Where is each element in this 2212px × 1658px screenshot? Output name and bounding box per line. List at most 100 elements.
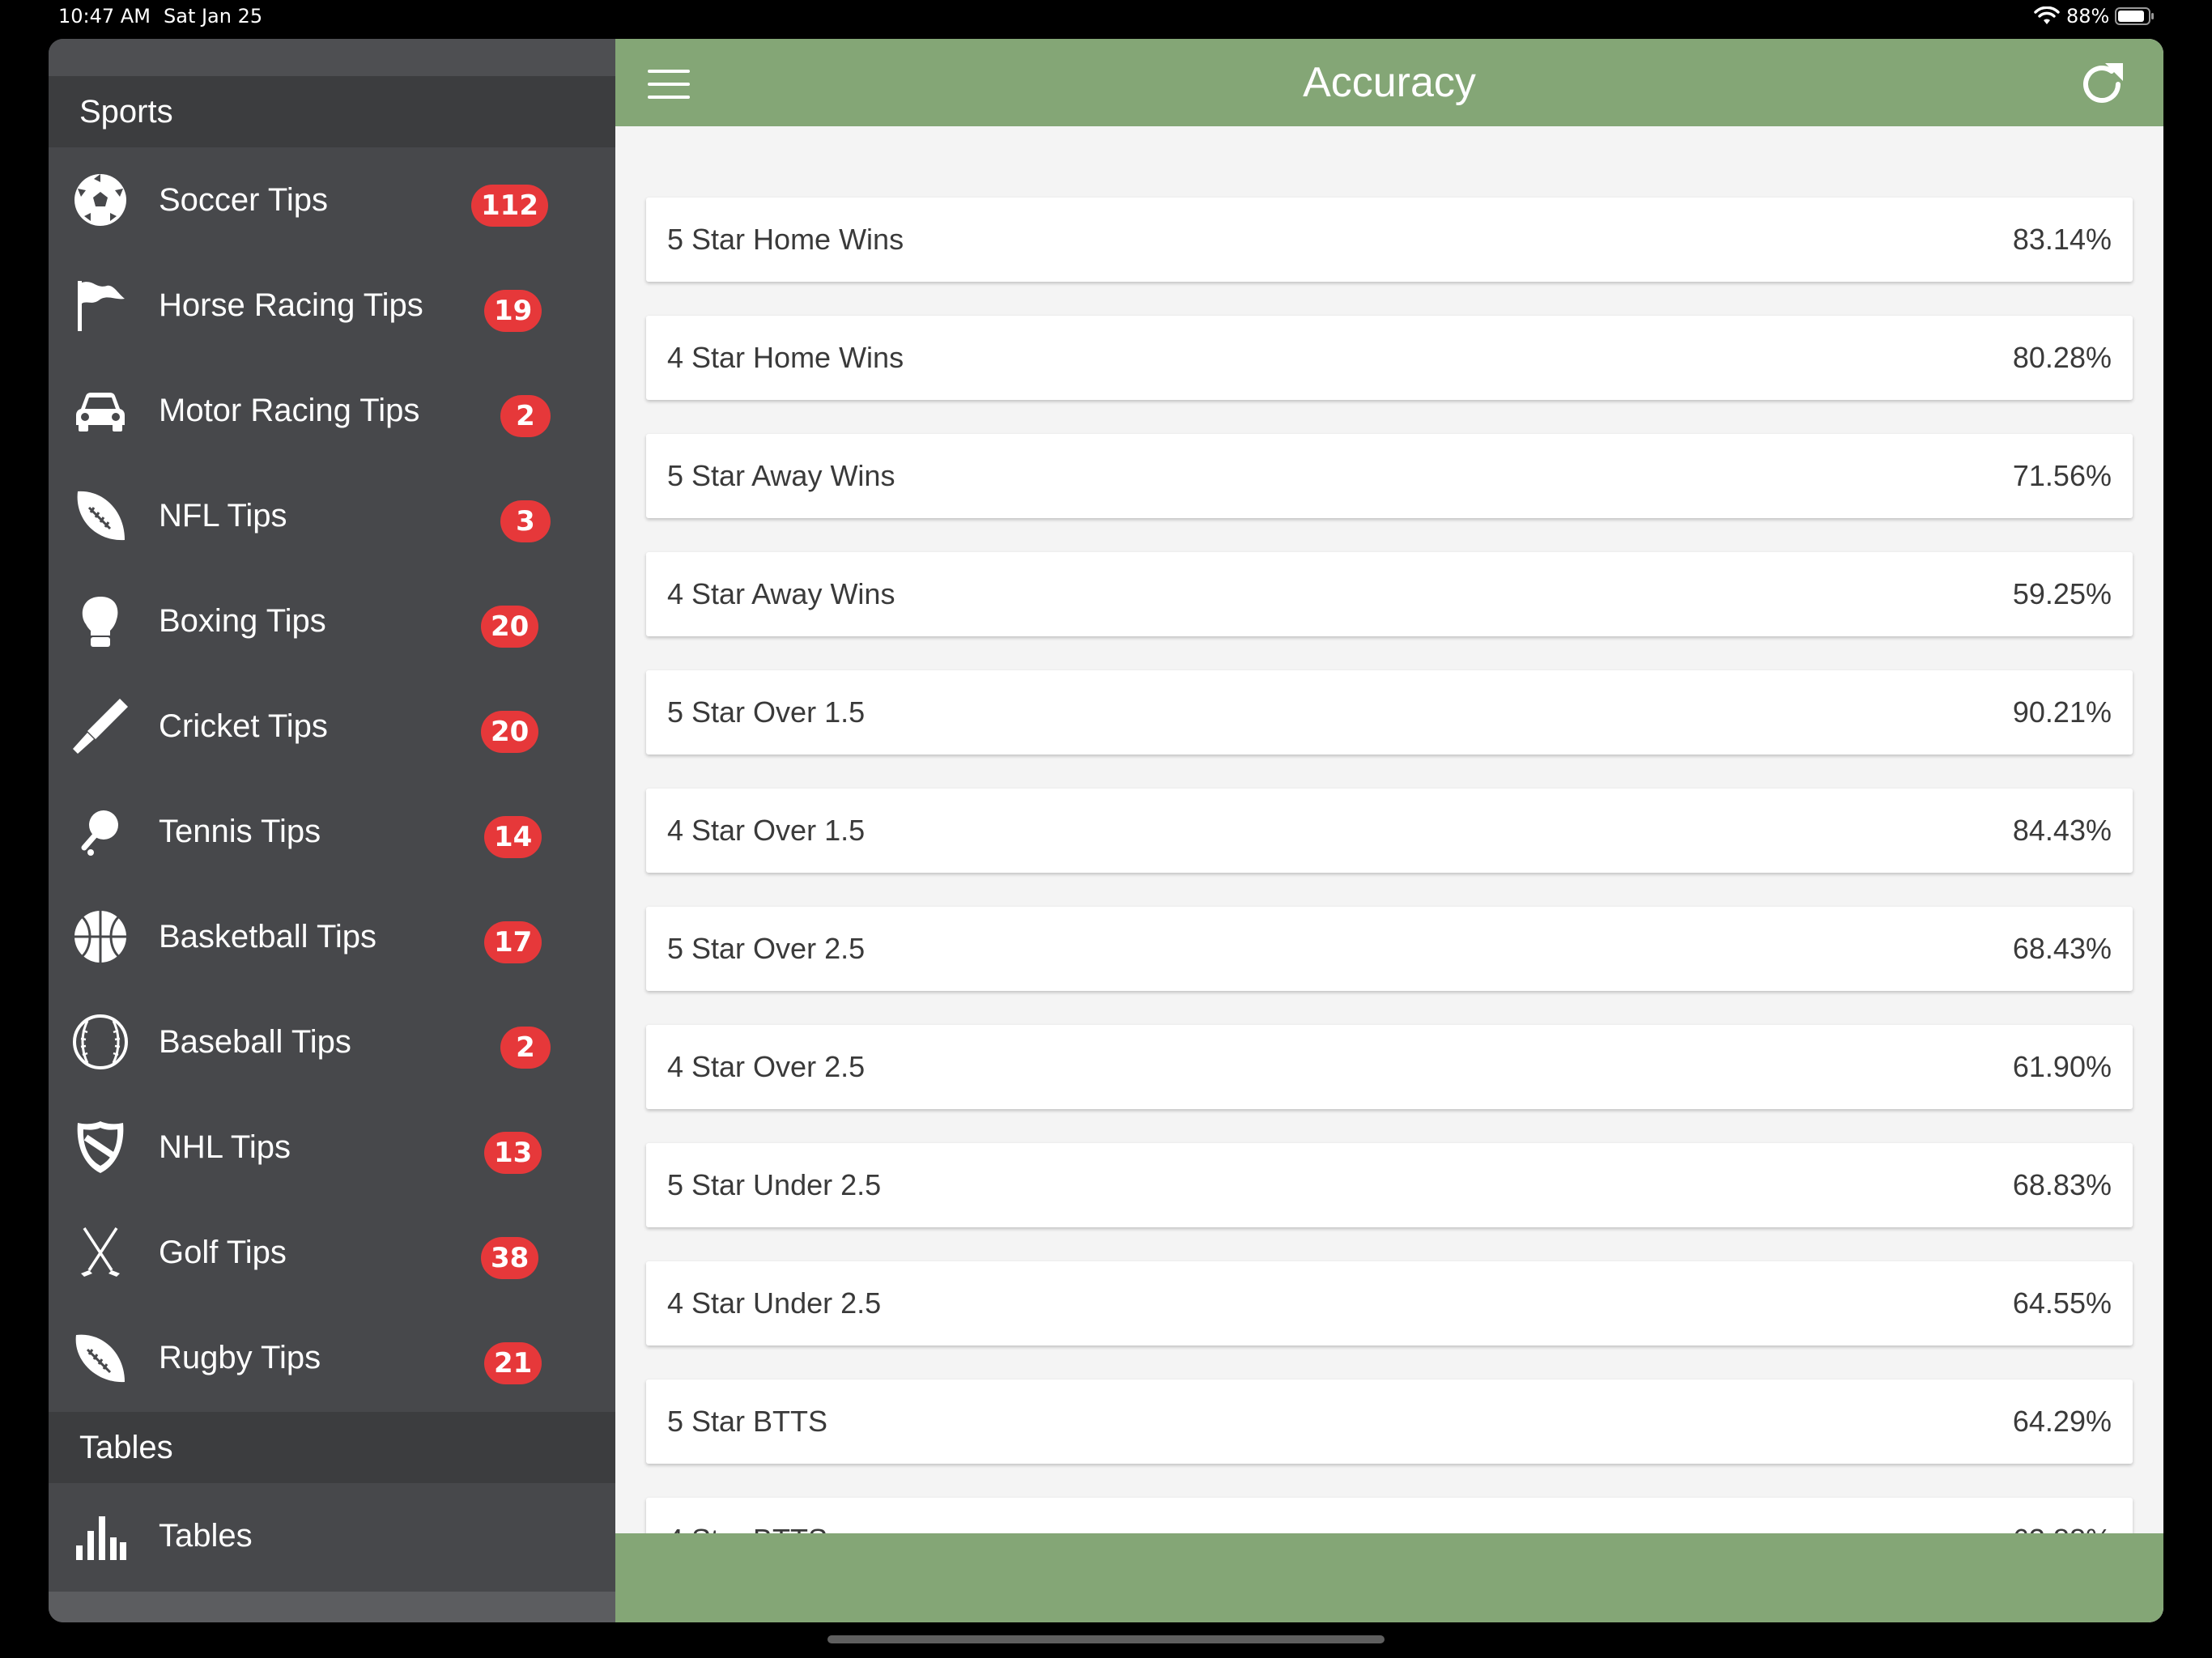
- sidebar-item-horse-racing[interactable]: Horse Racing Tips 19: [49, 253, 615, 358]
- sidebar: Sports Soccer Tips 112 Horse Racing Tips…: [49, 39, 615, 1622]
- sidebar-item-soccer[interactable]: Soccer Tips 112: [49, 147, 615, 253]
- sidebar-item-label: Motor Racing Tips: [159, 393, 420, 428]
- sidebar-item-boxing[interactable]: Boxing Tips 20: [49, 568, 615, 674]
- sidebar-item-partial[interactable]: [49, 1592, 615, 1622]
- item-label: 4 Star Home Wins: [667, 341, 904, 374]
- sports-heading: Sports: [79, 94, 173, 130]
- golf-clubs-icon: [81, 1227, 120, 1277]
- battery-icon: [2115, 7, 2154, 25]
- sidebar-item-nfl[interactable]: NFL Tips 3: [49, 463, 615, 568]
- sidebar-top-spacer: [49, 39, 615, 76]
- item-label: 5 Star Over 1.5: [667, 695, 866, 729]
- tables-heading: Tables: [79, 1430, 173, 1465]
- sidebar-item-label: Golf Tips: [159, 1235, 287, 1270]
- count-badge: 13: [484, 1132, 542, 1174]
- car-icon: [76, 393, 125, 432]
- count-badge: 21: [484, 1342, 542, 1384]
- item-value: 84.43%: [2012, 814, 2112, 847]
- status-bar: 10:47 AM Sat Jan 25 88%: [0, 0, 2212, 36]
- item-value: 68.43%: [2012, 932, 2112, 965]
- item-label: 4 Star Over 1.5: [667, 814, 866, 847]
- sidebar-item-label: Basketball Tips: [159, 919, 377, 954]
- sidebar-item-label: Tennis Tips: [159, 814, 321, 849]
- sidebar-item-rugby[interactable]: Rugby Tips 21: [49, 1305, 615, 1410]
- sidebar-item-label: Baseball Tips: [159, 1024, 351, 1060]
- sidebar-item-label: Rugby Tips: [159, 1340, 321, 1375]
- item-label: 5 Star Over 2.5: [667, 932, 866, 965]
- sidebar-item-golf[interactable]: Golf Tips 38: [49, 1200, 615, 1305]
- list-item[interactable]: 5 Star Over 1.5 90.21%: [646, 670, 2133, 755]
- status-date: Sat Jan 25: [164, 5, 263, 28]
- list-item[interactable]: 5 Star Over 2.5 68.43%: [646, 907, 2133, 991]
- rugby-ball-icon: [75, 1334, 125, 1383]
- item-label: 5 Star BTTS: [667, 1405, 828, 1438]
- sidebar-item-motor-racing[interactable]: Motor Racing Tips 2: [49, 358, 615, 463]
- count-badge: 17: [484, 921, 542, 963]
- main-panel: Accuracy 5 Star Home Wins 83.14% 4 Star …: [615, 39, 2163, 1622]
- list-item[interactable]: 4 Star Home Wins 80.28%: [646, 316, 2133, 400]
- item-value: 80.28%: [2012, 341, 2112, 374]
- sidebar-item-baseball[interactable]: Baseball Tips 2: [49, 989, 615, 1095]
- item-label: 5 Star Away Wins: [667, 459, 895, 492]
- count-badge: 20: [481, 711, 539, 753]
- sports-section-header: Sports: [49, 76, 615, 147]
- list-item[interactable]: 5 Star Home Wins 83.14%: [646, 198, 2133, 282]
- count-badge: 20: [481, 606, 539, 648]
- sidebar-item-label: Tables: [159, 1518, 253, 1554]
- sidebar-item-label: Horse Racing Tips: [159, 287, 423, 323]
- count-badge: 2: [500, 395, 551, 437]
- home-indicator[interactable]: [827, 1635, 1385, 1643]
- page-title: Accuracy: [1303, 59, 1476, 106]
- sidebar-item-label: Soccer Tips: [159, 182, 328, 218]
- bar-chart-icon: [76, 1516, 126, 1560]
- item-value: 64.29%: [2012, 1405, 2112, 1438]
- list-item[interactable]: 4 Star Over 1.5 84.43%: [646, 789, 2133, 873]
- item-label: 5 Star Under 2.5: [667, 1168, 882, 1201]
- sidebar-item-cricket[interactable]: Cricket Tips 20: [49, 674, 615, 779]
- count-badge: 3: [500, 500, 551, 542]
- boxing-glove-icon: [82, 597, 118, 647]
- item-value: 71.56%: [2012, 459, 2112, 492]
- table-tennis-icon: [81, 810, 118, 856]
- basketball-icon: [74, 911, 126, 963]
- refresh-icon[interactable]: [2078, 60, 2126, 108]
- sidebar-item-basketball[interactable]: Basketball Tips 17: [49, 884, 615, 989]
- header-bar: Accuracy: [615, 39, 2163, 126]
- count-badge: 112: [471, 185, 548, 227]
- list-item[interactable]: 4 Star Over 2.5 61.90%: [646, 1025, 2133, 1109]
- football-icon: [77, 491, 125, 541]
- item-value: 64.55%: [2012, 1286, 2112, 1320]
- count-badge: 2: [500, 1027, 551, 1069]
- item-label: 4 Star Under 2.5: [667, 1286, 882, 1320]
- list-item[interactable]: 5 Star Away Wins 71.56%: [646, 434, 2133, 518]
- sidebar-item-label: Cricket Tips: [159, 708, 328, 744]
- sidebar-item-tennis[interactable]: Tennis Tips 14: [49, 779, 615, 884]
- status-time: 10:47 AM: [58, 5, 151, 28]
- baseball-icon: [73, 1014, 128, 1069]
- item-value: 61.90%: [2012, 1050, 2112, 1083]
- item-value: 83.14%: [2012, 223, 2112, 256]
- list-item[interactable]: 5 Star Under 2.5 68.83%: [646, 1143, 2133, 1227]
- list-item[interactable]: 4 Star Under 2.5 64.55%: [646, 1261, 2133, 1346]
- item-label: 4 Star Over 2.5: [667, 1050, 866, 1083]
- item-value: 59.25%: [2012, 577, 2112, 610]
- item-value: 90.21%: [2012, 695, 2112, 729]
- sidebar-item-nhl[interactable]: NHL Tips 13: [49, 1095, 615, 1200]
- wifi-icon: [2034, 6, 2060, 24]
- cricket-bat-icon: [73, 699, 128, 754]
- count-badge: 19: [484, 290, 542, 332]
- sidebar-item-label: NHL Tips: [159, 1129, 291, 1165]
- accuracy-list: 5 Star Home Wins 83.14% 4 Star Home Wins…: [615, 126, 2163, 1572]
- sidebar-item-tables[interactable]: Tables: [49, 1483, 615, 1588]
- count-badge: 14: [484, 816, 542, 858]
- sidebar-item-label: Boxing Tips: [159, 603, 326, 639]
- flag-icon: [78, 281, 125, 331]
- sidebar-item-label: NFL Tips: [159, 498, 287, 534]
- nhl-shield-icon: [77, 1121, 124, 1173]
- battery-percent: 88%: [2066, 5, 2110, 28]
- list-item[interactable]: 5 Star BTTS 64.29%: [646, 1380, 2133, 1464]
- app-window: Sports Soccer Tips 112 Horse Racing Tips…: [49, 39, 2163, 1622]
- footer-bar: [615, 1533, 2163, 1622]
- item-label: 5 Star Home Wins: [667, 223, 904, 256]
- list-item[interactable]: 4 Star Away Wins 59.25%: [646, 552, 2133, 636]
